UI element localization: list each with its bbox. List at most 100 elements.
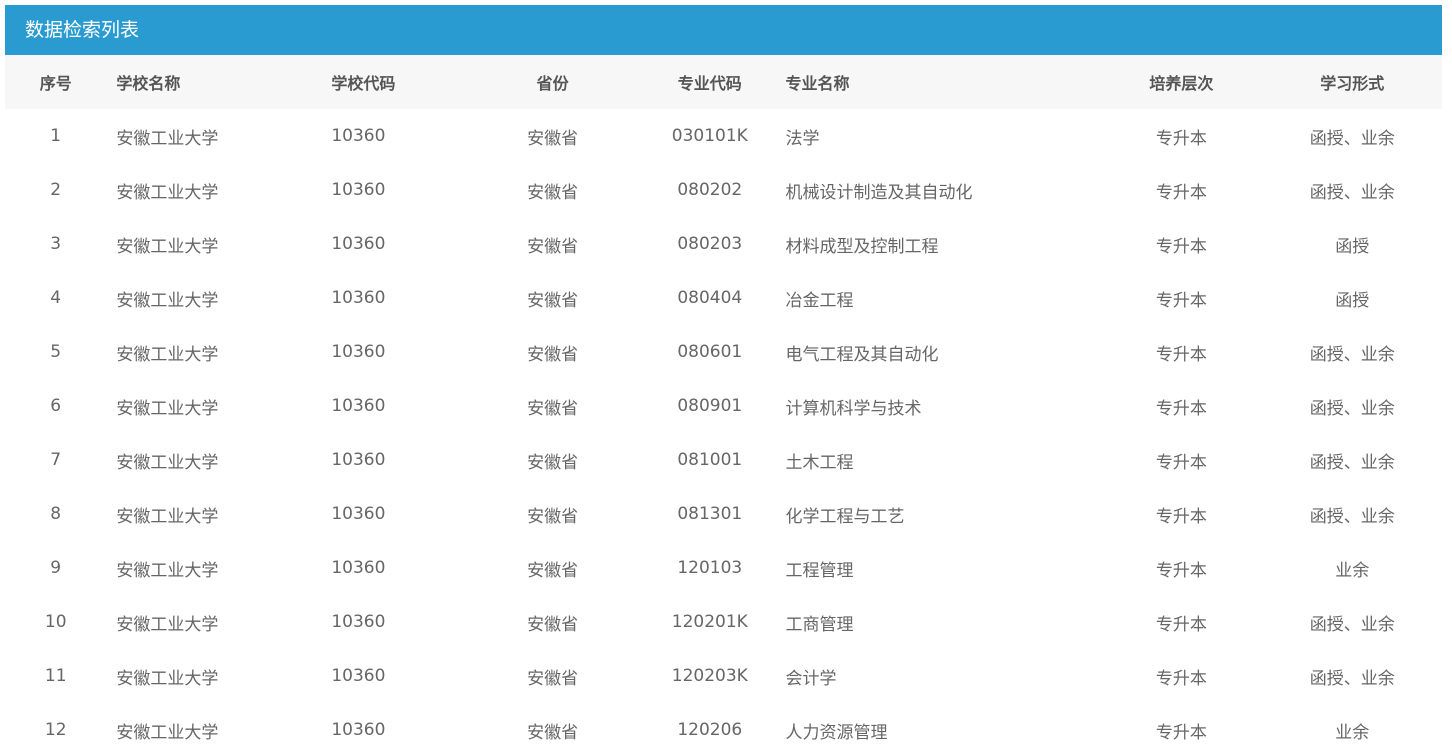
cell-major: 法学 [785, 128, 820, 149]
cell-province: 安徽省 [527, 344, 579, 365]
cell-mode: 业余 [1335, 722, 1370, 743]
cell-major-code: 081001 [677, 450, 743, 470]
cell-school-code: 10360 [331, 612, 386, 632]
cell-mode: 函授、业余 [1309, 344, 1395, 365]
cell-major-code: 080404 [677, 288, 743, 308]
cell-level: 专升本 [1155, 128, 1207, 149]
cell-idx: 1 [50, 126, 62, 146]
cell-level: 专升本 [1155, 290, 1207, 311]
cell-mode: 函授、业余 [1309, 506, 1395, 527]
cell-province: 安徽省 [527, 614, 579, 635]
cell-school-code: 10360 [331, 396, 386, 416]
table-row: 12 安徽工业大学 10360 安徽省 120206 人力资源管理 专升本 业余 [5, 703, 1442, 748]
cell-major-code: 080203 [677, 234, 743, 254]
col-header-idx: 序号 [5, 55, 107, 109]
cell-level: 专升本 [1155, 614, 1207, 635]
cell-mode: 函授、业余 [1309, 398, 1395, 419]
cell-mode: 函授、业余 [1309, 452, 1395, 473]
cell-school-code: 10360 [331, 234, 386, 254]
cell-idx: 6 [50, 396, 62, 416]
cell-major: 电气工程及其自动化 [785, 344, 939, 365]
cell-idx: 4 [50, 288, 62, 308]
cell-school-code: 10360 [331, 720, 386, 740]
cell-province: 安徽省 [527, 128, 579, 149]
cell-level: 专升本 [1155, 452, 1207, 473]
cell-idx: 7 [50, 450, 62, 470]
cell-level: 专升本 [1155, 506, 1207, 527]
cell-major-code: 080601 [677, 342, 743, 362]
cell-mode: 函授 [1335, 236, 1370, 257]
cell-major: 机械设计制造及其自动化 [785, 182, 973, 203]
table-row: 8 安徽工业大学 10360 安徽省 081301 化学工程与工艺 专升本 函授… [5, 487, 1442, 541]
cell-school: 安徽工业大学 [116, 182, 219, 203]
col-header-school-code: 学校代码 [319, 55, 452, 109]
cell-idx: 9 [50, 558, 62, 578]
cell-level: 专升本 [1155, 398, 1207, 419]
cell-school: 安徽工业大学 [116, 614, 219, 635]
cell-school-code: 10360 [331, 180, 386, 200]
cell-idx: 2 [50, 180, 62, 200]
col-header-major: 专业名称 [765, 55, 1101, 109]
cell-school: 安徽工业大学 [116, 506, 219, 527]
table-row: 7 安徽工业大学 10360 安徽省 081001 土木工程 专升本 函授、业余 [5, 433, 1442, 487]
col-header-level: 培养层次 [1100, 55, 1263, 109]
table-row: 6 安徽工业大学 10360 安徽省 080901 计算机科学与技术 专升本 函… [5, 379, 1442, 433]
cell-major: 人力资源管理 [785, 722, 888, 743]
cell-major-code: 120201K [671, 612, 748, 632]
table-row: 2 安徽工业大学 10360 安徽省 080202 机械设计制造及其自动化 专升… [5, 163, 1442, 217]
table-body: 1 安徽工业大学 10360 安徽省 030101K 法学 专升本 函授、业余 … [5, 109, 1442, 748]
cell-school: 安徽工业大学 [116, 290, 219, 311]
cell-province: 安徽省 [527, 290, 579, 311]
cell-province: 安徽省 [527, 398, 579, 419]
data-list-panel: 数据检索列表 序号 学校名称 学校代码 省份 专业代码 专业名称 培养层次 学习… [5, 5, 1442, 748]
col-header-mode: 学习形式 [1262, 55, 1442, 109]
cell-level: 专升本 [1155, 722, 1207, 743]
cell-mode: 函授、业余 [1309, 614, 1395, 635]
cell-school: 安徽工业大学 [116, 128, 219, 149]
table-row: 9 安徽工业大学 10360 安徽省 120103 工程管理 专升本 业余 [5, 541, 1442, 595]
cell-mode: 函授、业余 [1309, 668, 1395, 689]
cell-major: 材料成型及控制工程 [785, 236, 939, 257]
cell-province: 安徽省 [527, 182, 579, 203]
cell-school-code: 10360 [331, 126, 386, 146]
cell-idx: 3 [50, 234, 62, 254]
cell-province: 安徽省 [527, 506, 579, 527]
cell-idx: 8 [50, 504, 62, 524]
cell-level: 专升本 [1155, 236, 1207, 257]
cell-school: 安徽工业大学 [116, 560, 219, 581]
cell-school-code: 10360 [331, 342, 386, 362]
cell-province: 安徽省 [527, 236, 579, 257]
cell-school-code: 10360 [331, 288, 386, 308]
cell-major-code: 080901 [677, 396, 743, 416]
cell-major: 冶金工程 [785, 290, 854, 311]
table-row: 5 安徽工业大学 10360 安徽省 080601 电气工程及其自动化 专升本 … [5, 325, 1442, 379]
cell-major-code: 120203K [671, 666, 748, 686]
cell-major: 会计学 [785, 668, 837, 689]
cell-province: 安徽省 [527, 668, 579, 689]
cell-major-code: 081301 [677, 504, 743, 524]
cell-school-code: 10360 [331, 504, 386, 524]
cell-major: 工商管理 [785, 614, 854, 635]
cell-level: 专升本 [1155, 182, 1207, 203]
cell-school: 安徽工业大学 [116, 722, 219, 743]
col-header-school: 学校名称 [106, 55, 320, 109]
cell-school-code: 10360 [331, 558, 386, 578]
table-row: 4 安徽工业大学 10360 安徽省 080404 冶金工程 专升本 函授 [5, 271, 1442, 325]
cell-level: 专升本 [1155, 560, 1207, 581]
cell-province: 安徽省 [527, 722, 579, 743]
table-row: 10 安徽工业大学 10360 安徽省 120201K 工商管理 专升本 函授、… [5, 595, 1442, 649]
cell-school: 安徽工业大学 [116, 236, 219, 257]
cell-province: 安徽省 [527, 560, 579, 581]
cell-mode: 函授、业余 [1309, 128, 1395, 149]
col-header-major-code: 专业代码 [654, 55, 766, 109]
cell-school-code: 10360 [331, 666, 386, 686]
cell-idx: 11 [44, 666, 67, 686]
cell-school: 安徽工业大学 [116, 344, 219, 365]
cell-major-code: 120103 [677, 558, 743, 578]
col-header-province: 省份 [451, 55, 654, 109]
cell-major-code: 080202 [677, 180, 743, 200]
cell-mode: 业余 [1335, 560, 1370, 581]
cell-mode: 函授、业余 [1309, 182, 1395, 203]
cell-major: 化学工程与工艺 [785, 506, 905, 527]
cell-mode: 函授 [1335, 290, 1370, 311]
